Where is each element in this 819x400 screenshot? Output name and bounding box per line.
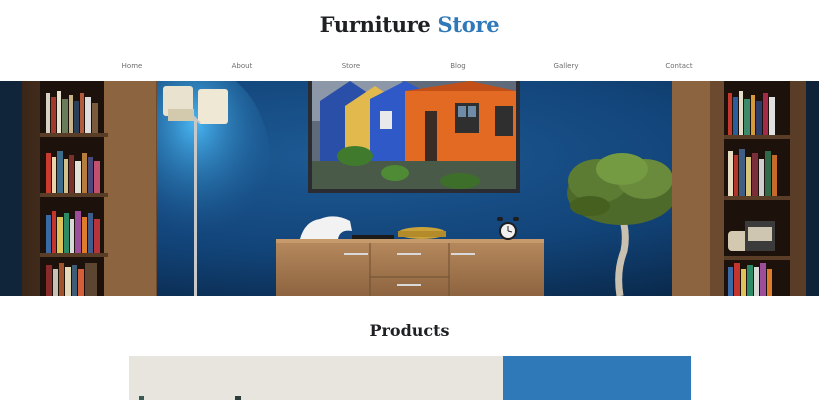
main-nav: Home About Store Blog Gallery Contact bbox=[0, 62, 819, 74]
nav-item-gallery[interactable]: Gallery bbox=[554, 62, 579, 70]
hero-banner bbox=[0, 81, 819, 296]
products-heading: Products bbox=[369, 321, 450, 340]
nav-item-contact[interactable]: Contact bbox=[665, 62, 692, 70]
nav-item-store[interactable]: Store bbox=[342, 62, 361, 70]
wall-painting bbox=[308, 81, 520, 193]
product-info-panel bbox=[503, 356, 691, 400]
hero-image bbox=[0, 81, 819, 296]
logo-text-main: Furniture bbox=[319, 12, 431, 37]
sideboard bbox=[276, 216, 544, 296]
right-bookshelf bbox=[672, 81, 819, 296]
product-image[interactable] bbox=[129, 356, 503, 400]
left-bookshelf bbox=[0, 81, 157, 296]
logo-text-accent: Store bbox=[437, 12, 500, 37]
nav-item-blog[interactable]: Blog bbox=[450, 62, 465, 70]
site-header: Furniture Store Home About Store Blog Ga… bbox=[0, 0, 819, 81]
nav-item-about[interactable]: About bbox=[232, 62, 253, 70]
site-logo[interactable]: Furniture Store bbox=[0, 12, 819, 37]
nav-item-home[interactable]: Home bbox=[122, 62, 143, 70]
product-photo bbox=[129, 356, 503, 400]
